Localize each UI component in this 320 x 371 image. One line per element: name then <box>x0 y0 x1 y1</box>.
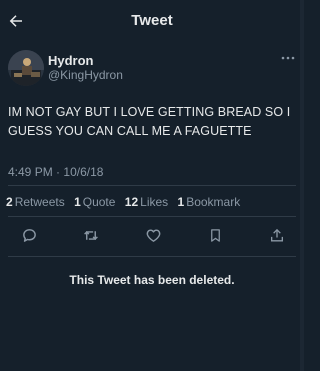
tweet-text: IM NOT GAY BUT I LOVE GETTING BREAD SO I… <box>8 105 291 138</box>
tweet-detail-page: Tweet Hydron @KingHydron IM NOT GAY BUT … <box>0 0 304 371</box>
stat-quotes[interactable]: 1 Quote <box>74 195 115 209</box>
stat-count: 1 <box>177 195 185 209</box>
stat-label: Likes <box>140 195 169 209</box>
bookmark-icon <box>210 228 220 242</box>
engagement-stats: 2 Retweets 1 Quote 12 Likes 1 Bookmark <box>6 195 298 209</box>
reply-icon <box>22 228 36 242</box>
user-handle[interactable]: @KingHydron <box>48 68 123 82</box>
stat-likes[interactable]: 12 Likes <box>125 195 168 209</box>
more-horizontal-icon <box>281 56 295 60</box>
like-icon <box>146 228 160 242</box>
page-title: Tweet <box>131 12 173 29</box>
tweet-date: 10/6/18 <box>63 165 104 179</box>
divider-middle <box>8 216 296 217</box>
retweet-button[interactable] <box>80 224 102 246</box>
tweet-timestamp[interactable]: 4:49 PM · 10/6/18 <box>8 165 103 179</box>
deleted-notice: This Tweet has been deleted. <box>69 273 235 287</box>
action-bar <box>18 224 288 246</box>
header: Tweet <box>0 0 304 42</box>
like-button[interactable] <box>142 224 164 246</box>
retweet-icon <box>84 230 98 240</box>
stat-bookmarks[interactable]: 1 Bookmark <box>178 195 241 209</box>
stat-label: Bookmark <box>186 195 241 209</box>
share-button[interactable] <box>266 224 288 246</box>
share-icon <box>271 228 283 241</box>
tweet-time: 4:49 PM <box>8 165 53 179</box>
stat-label: Quote <box>82 195 116 209</box>
divider-top <box>8 185 296 186</box>
stat-count: 1 <box>74 195 81 209</box>
display-name[interactable]: Hydron <box>48 53 94 68</box>
stat-label: Retweets <box>14 195 65 209</box>
bookmark-button[interactable] <box>204 224 226 246</box>
stat-retweets[interactable]: 2 Retweets <box>6 195 65 209</box>
divider-bottom <box>8 256 296 257</box>
stat-count: 2 <box>6 195 13 209</box>
scrollbar[interactable] <box>300 0 304 371</box>
more-options-button[interactable] <box>278 50 298 66</box>
avatar-image <box>8 50 44 86</box>
author-block: Hydron @KingHydron <box>8 50 298 90</box>
stat-count: 12 <box>124 195 139 209</box>
avatar[interactable] <box>8 50 44 86</box>
reply-button[interactable] <box>18 224 40 246</box>
